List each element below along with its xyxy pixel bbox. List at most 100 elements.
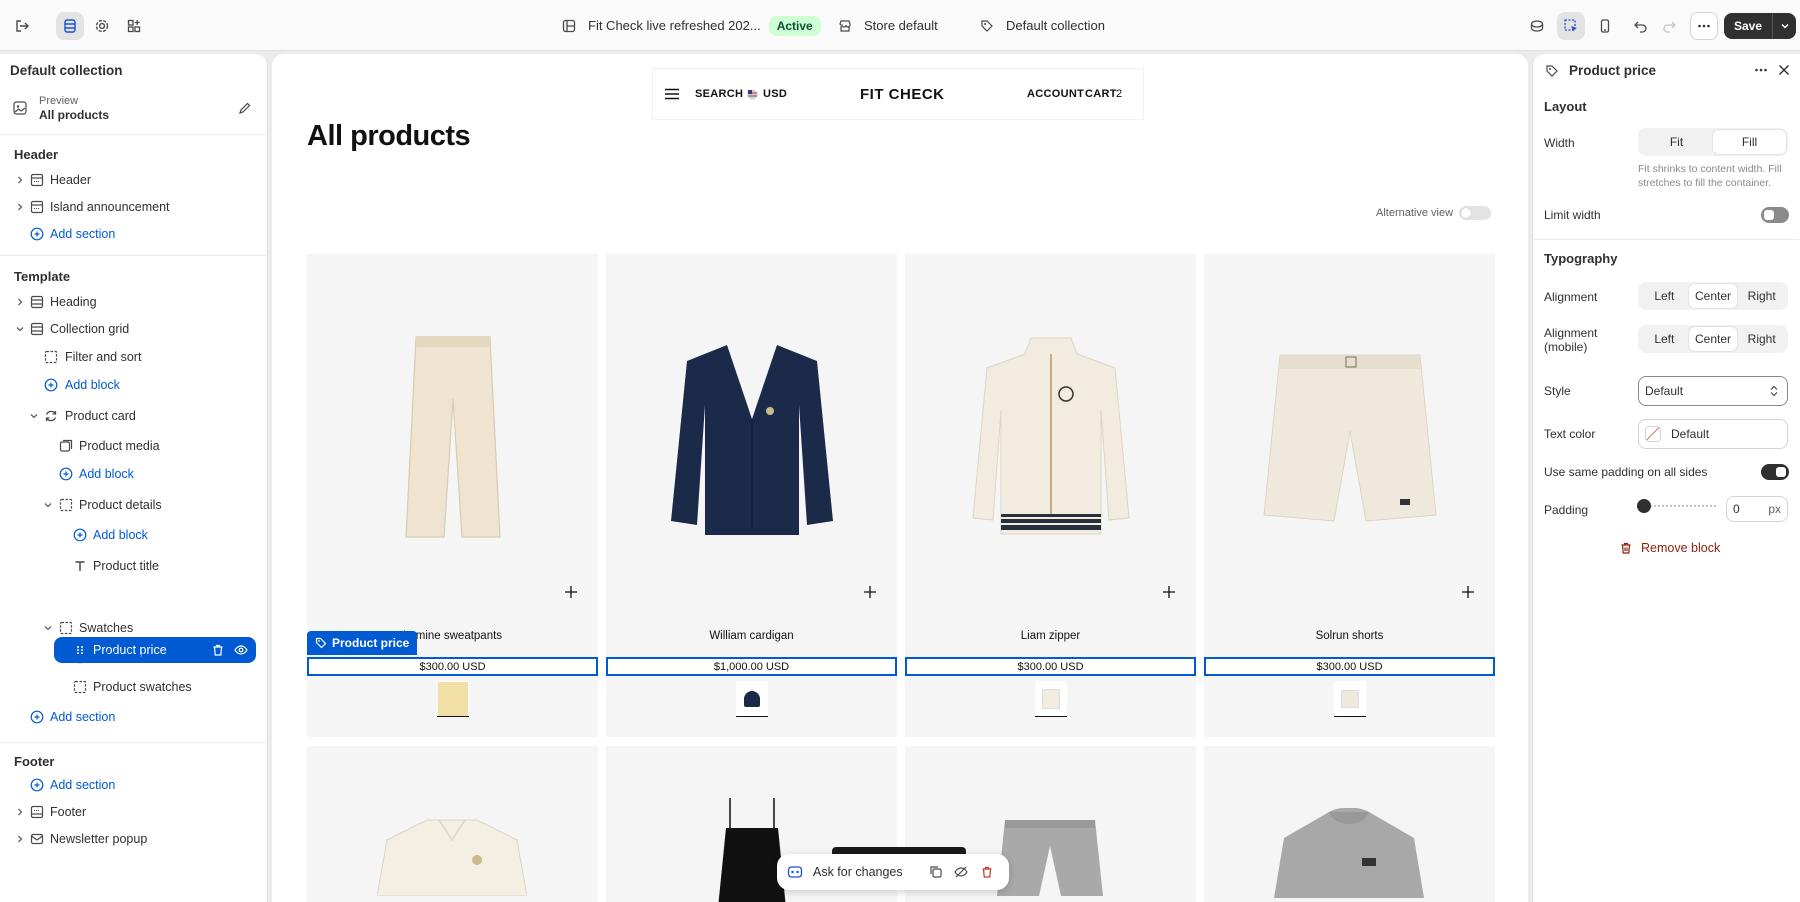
product-price[interactable]: $1,000.00 USD [606,657,897,676]
quick-add-icon[interactable] [863,585,877,599]
align-mobile-left-option[interactable]: Left [1640,327,1689,351]
add-block-button[interactable]: Add block [0,644,267,670]
add-block-button[interactable]: Add block [0,522,267,548]
chevron-down-icon[interactable] [43,623,53,633]
tree-item-island-announcement[interactable]: Island announcement [0,194,267,220]
tree-item-heading[interactable]: Heading [0,289,267,315]
color-swatch[interactable] [736,681,768,717]
product-image[interactable] [307,254,598,624]
tree-item-newsletter-popup[interactable]: Newsletter popup [0,826,267,852]
eye-off-icon[interactable] [954,865,968,879]
limit-width-toggle[interactable] [1761,207,1789,223]
product-title[interactable]: Liam zipper [905,630,1196,642]
ask-input[interactable]: Ask for changes [813,865,903,879]
chevron-right-icon[interactable] [15,297,25,307]
undo-icon[interactable] [1627,12,1655,40]
tree-item-product-details[interactable]: Product details [0,492,267,518]
save-button[interactable]: Save [1724,13,1772,39]
store-search-link[interactable]: SEARCH [695,88,743,100]
more-icon[interactable] [1690,12,1718,40]
save-menu-button[interactable] [1772,13,1796,39]
add-section-button[interactable]: Add section [0,772,267,798]
redo-icon[interactable] [1655,12,1683,40]
store-brand[interactable]: FIT CHECK [860,86,945,103]
toggle-switch[interactable] [1459,206,1492,220]
color-swatch[interactable] [1035,681,1067,717]
account-link[interactable]: ACCOUNT [1027,88,1084,100]
align-right-option[interactable]: Right [1737,284,1786,308]
mobile-icon[interactable] [1591,12,1619,40]
tree-item-collection-grid[interactable]: Collection grid [0,316,267,342]
chevron-down-icon[interactable] [15,324,25,334]
slider-thumb[interactable] [1637,499,1651,513]
product-image[interactable] [1204,254,1495,624]
chevron-right-icon[interactable] [15,202,25,212]
ai-assistant-bar[interactable]: Ask for changes [777,854,1009,890]
product-price[interactable]: $300.00 USD [307,657,598,676]
align-mobile-right-option[interactable]: Right [1737,327,1786,351]
currency-selector[interactable]: USD [763,88,787,100]
menu-icon[interactable] [665,88,679,100]
width-fill-option[interactable]: Fill [1713,130,1786,154]
align-center-option[interactable]: Center [1688,284,1738,308]
color-swatch[interactable] [1334,681,1366,717]
theme-selector[interactable]: Fit Check live refreshed 202... Active [562,0,821,51]
trash-icon[interactable] [980,865,994,879]
add-block-button[interactable]: Add block [0,461,267,487]
remove-block-button[interactable]: Remove block [1619,541,1720,555]
align-mobile-center-option[interactable]: Center [1688,327,1738,351]
product-card[interactable]: Liam zipper $300.00 USD [905,254,1196,737]
style-select[interactable]: Default [1638,376,1788,406]
product-card[interactable]: Solrun shorts $300.00 USD [1204,254,1495,737]
inspector-icon[interactable] [1523,12,1551,40]
tree-item-footer[interactable]: Footer [0,799,267,825]
product-card[interactable]: William cardigan $1,000.00 USD [606,254,897,737]
cart-link[interactable]: CART [1085,88,1117,100]
width-fit-option[interactable]: Fit [1640,130,1713,154]
product-card[interactable] [1204,746,1495,902]
tree-item-product-swatches[interactable]: Product swatches [0,674,267,700]
tree-item-product-card[interactable]: Product card [0,403,267,429]
product-price[interactable]: $300.00 USD [905,657,1196,676]
chevron-right-icon[interactable] [15,175,25,185]
tree-item-header[interactable]: Header [0,167,267,193]
same-padding-toggle[interactable] [1761,464,1789,480]
tree-item-filter-sort[interactable]: Filter and sort [0,344,267,370]
padding-slider[interactable] [1637,499,1716,513]
template-selector[interactable]: Default collection [980,0,1105,51]
add-block-button[interactable]: Add block [0,372,267,398]
preview-selector[interactable]: Preview All products [10,88,258,128]
align-left-option[interactable]: Left [1640,284,1689,308]
sections-icon[interactable] [56,12,84,40]
chevron-down-icon[interactable] [43,500,53,510]
apps-icon[interactable] [120,12,148,40]
chevron-right-icon[interactable] [15,834,25,844]
text-color-picker[interactable]: Default [1638,419,1788,449]
product-image[interactable] [606,254,897,624]
color-swatch[interactable] [437,681,469,717]
edit-icon[interactable] [238,101,252,115]
add-section-button[interactable]: Add section [0,221,267,247]
alternative-view-toggle[interactable]: Alternative view [1376,206,1492,220]
chevron-down-icon[interactable] [29,411,39,421]
quick-add-icon[interactable] [1162,585,1176,599]
exit-icon[interactable] [8,12,36,40]
more-icon[interactable] [1753,62,1769,78]
quick-add-icon[interactable] [564,585,578,599]
store-selector[interactable]: Store default [838,0,938,51]
chevron-right-icon[interactable] [15,807,25,817]
tree-item-product-media[interactable]: Product media [0,433,267,459]
product-title[interactable]: Solrun shorts [1204,630,1495,642]
quick-add-icon[interactable] [1461,585,1475,599]
product-price[interactable]: $300.00 USD [1204,657,1495,676]
select-icon[interactable] [1557,12,1585,40]
padding-input[interactable]: 0 px [1726,496,1788,522]
add-section-button[interactable]: Add section [0,704,267,730]
product-title[interactable]: William cardigan [606,630,897,642]
gear-icon[interactable] [88,12,116,40]
duplicate-icon[interactable] [929,865,943,879]
close-icon[interactable] [1777,63,1791,77]
tree-item-swatches[interactable]: Swatches [0,615,267,641]
product-image[interactable] [905,254,1196,624]
product-card[interactable] [307,746,598,902]
